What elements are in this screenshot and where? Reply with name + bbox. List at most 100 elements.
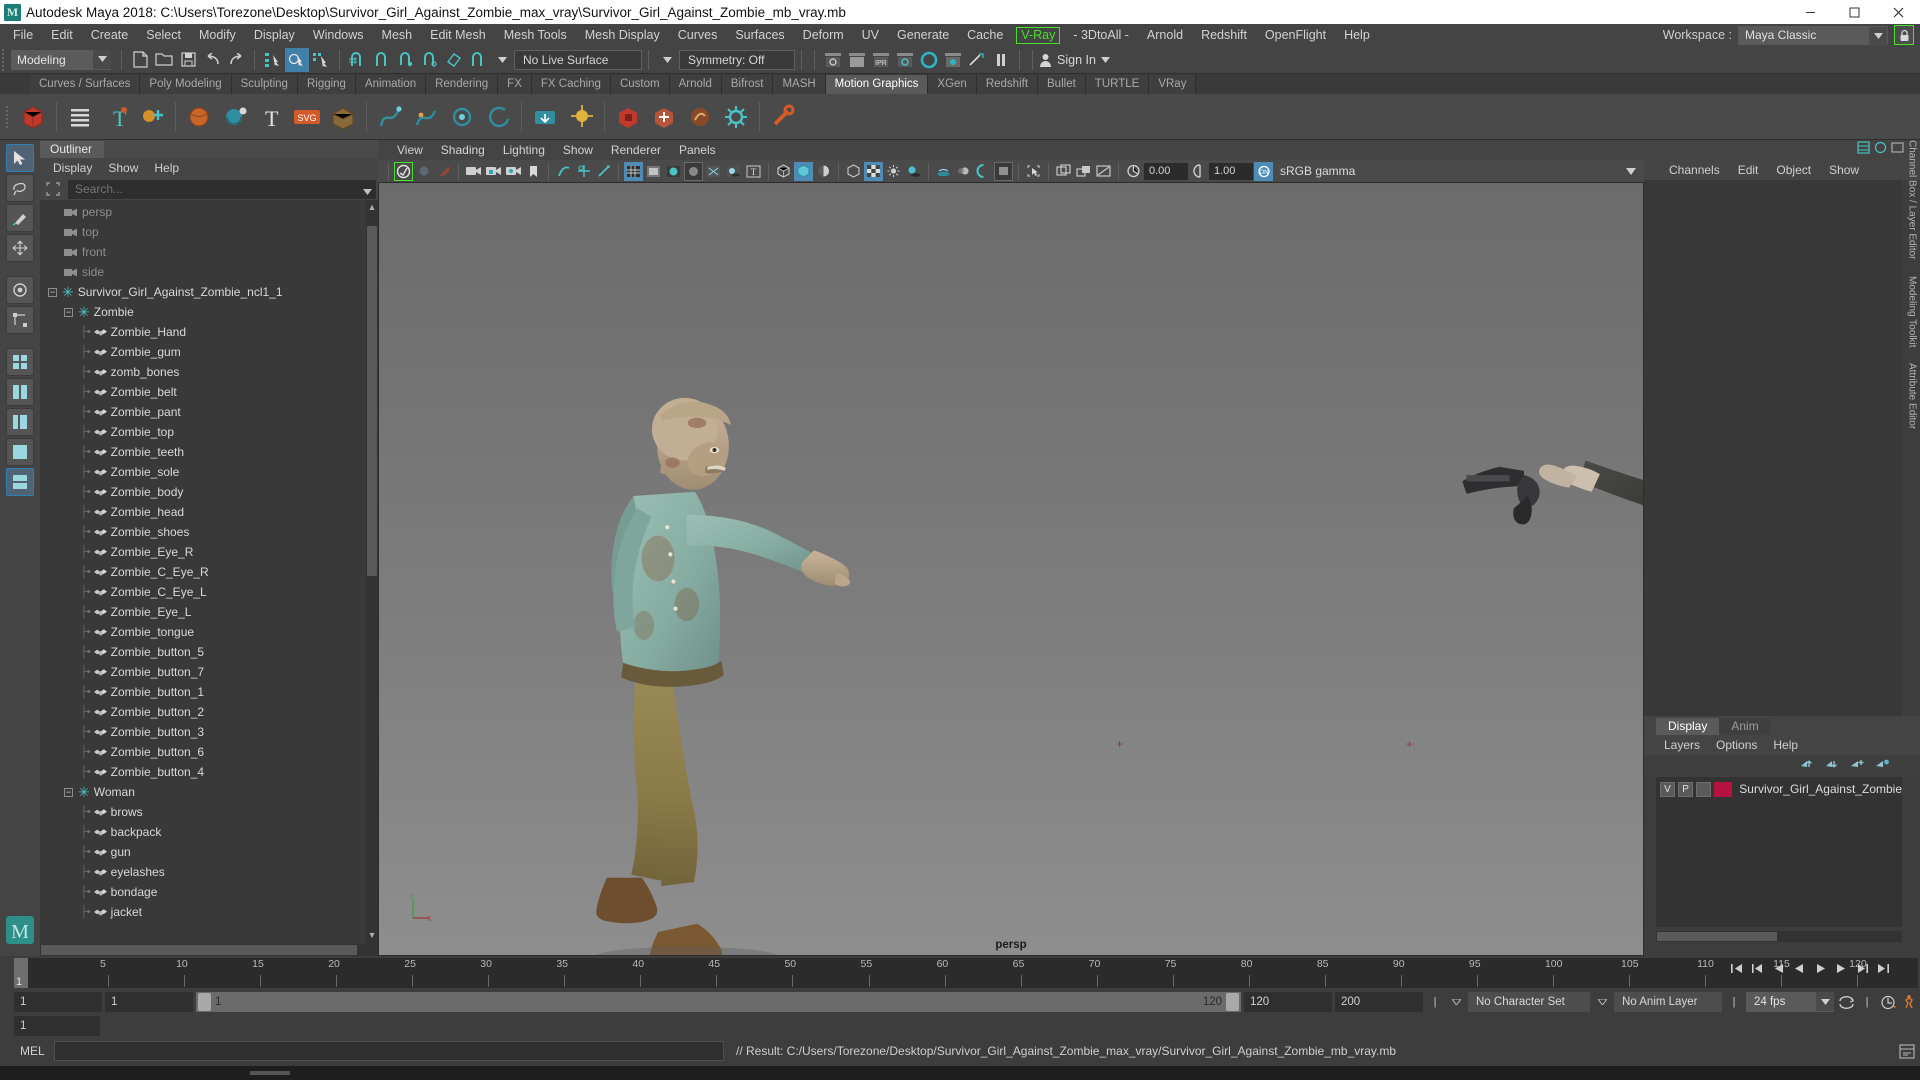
expander-icon[interactable]: −: [64, 307, 73, 317]
lasso-tool-button[interactable]: [6, 174, 34, 202]
menu-item-redshift[interactable]: Redshift: [1192, 24, 1256, 46]
time-slider[interactable]: 1 5 10 15 20 25 30 35 40 45 50 55 60 65 70 75 80 85 90 95 1…: [14, 958, 1918, 988]
character-set-dropdown-arrow[interactable]: [1447, 992, 1465, 1012]
live-surface-field[interactable]: No Live Surface: [514, 49, 642, 70]
anim-layer-dropdown-arrow[interactable]: [1593, 992, 1611, 1012]
scroll-down-arrow[interactable]: ▼: [367, 930, 377, 942]
menu-item-mesh[interactable]: Mesh: [373, 24, 422, 46]
viewport-menu-renderer[interactable]: Renderer: [602, 143, 670, 157]
outliner-item-brows[interactable]: ├• brows: [40, 802, 378, 822]
attribute-editor-icon[interactable]: [1891, 141, 1904, 159]
menu-item-surfaces[interactable]: Surfaces: [726, 24, 793, 46]
shaded-textured-icon[interactable]: [684, 161, 703, 181]
playback-end-field[interactable]: 120: [1244, 992, 1332, 1012]
shelf-tab-fx-caching[interactable]: FX Caching: [531, 75, 611, 94]
shelf-tab-curves-surfaces[interactable]: Curves / Surfaces: [30, 75, 141, 94]
menu-item-openflight[interactable]: OpenFlight: [1256, 24, 1335, 46]
outliner-item-zombie_tongue[interactable]: ├• Zombie_tongue: [40, 622, 378, 642]
default-material-icon[interactable]: [844, 162, 863, 181]
camera-attributes-icon[interactable]: [414, 162, 433, 181]
edit-menu[interactable]: Edit: [1729, 163, 1768, 177]
mash-influence-icon[interactable]: [217, 99, 253, 135]
render-sequence-icon[interactable]: [845, 48, 869, 72]
current-frame-field[interactable]: 1: [14, 1016, 100, 1036]
snap-to-projected-center-icon[interactable]: [418, 48, 442, 72]
channels-menu[interactable]: Channels: [1660, 163, 1729, 177]
outliner-item-zombie_button_2[interactable]: ├• Zombie_button_2: [40, 702, 378, 722]
outliner-item-zombie_button_4[interactable]: ├• Zombie_button_4: [40, 762, 378, 782]
chevron-down-icon[interactable]: [490, 48, 514, 72]
open-scene-icon[interactable]: [152, 48, 176, 72]
outliner-item-zombie_button_1[interactable]: ├• Zombie_button_1: [40, 682, 378, 702]
vtab-modeling-toolkit[interactable]: Modeling Toolkit: [1907, 276, 1918, 348]
range-end-handle[interactable]: [1226, 993, 1239, 1011]
menu-item-file[interactable]: File: [4, 24, 42, 46]
xray-icon[interactable]: [774, 162, 793, 181]
menu-item-deform[interactable]: Deform: [794, 24, 853, 46]
mash-dynamics-icon[interactable]: [408, 99, 444, 135]
layer-visibility-toggle[interactable]: V: [1660, 781, 1676, 797]
go-to-start-button[interactable]: [1726, 958, 1746, 978]
range-start-field[interactable]: 1: [14, 992, 102, 1012]
xray-active-components-icon[interactable]: [814, 162, 833, 181]
menu-item-cache[interactable]: Cache: [958, 24, 1012, 46]
menu-set-dropdown[interactable]: Modeling: [11, 49, 111, 70]
auto-keyframe-toggle-icon[interactable]: [1879, 992, 1897, 1012]
step-back-frame-button[interactable]: [1768, 958, 1788, 978]
outliner-item-woman[interactable]: − ✳ Woman: [40, 782, 378, 802]
outliner-item-eyelashes[interactable]: ├• eyelashes: [40, 862, 378, 882]
two-pane-icon[interactable]: [1074, 162, 1093, 181]
mash-text-tool-icon[interactable]: T: [253, 99, 289, 135]
step-back-key-button[interactable]: [1747, 958, 1767, 978]
outliner-item-survivor_girl_against_zombie_ncl1_1[interactable]: − ✳ Survivor_Girl_Against_Zombie_ncl1_1: [40, 282, 378, 302]
menu-item-curves[interactable]: Curves: [669, 24, 727, 46]
shelf-tab-bifrost[interactable]: Bifrost: [721, 75, 774, 94]
paint-select-tool-button[interactable]: [6, 204, 34, 232]
layers-menu[interactable]: Layers: [1656, 738, 1708, 752]
fps-dropdown[interactable]: 24 fps: [1746, 992, 1834, 1012]
search-input[interactable]: [75, 179, 376, 199]
outliner-item-top[interactable]: top: [40, 222, 378, 242]
mash-text-icon[interactable]: T: [98, 99, 134, 135]
show-menu[interactable]: Show: [1820, 163, 1868, 177]
viewport-menu-show[interactable]: Show: [554, 143, 602, 157]
make-live-icon[interactable]: [466, 48, 490, 72]
color-management-toggle-icon[interactable]: ON: [1254, 161, 1273, 181]
mash-add-node-icon[interactable]: [646, 99, 682, 135]
outliner-persp-layout-button[interactable]: [6, 408, 34, 436]
lock-camera-icon[interactable]: [484, 162, 503, 181]
layer-playback-toggle[interactable]: P: [1678, 781, 1694, 797]
film-gate-icon[interactable]: [594, 162, 613, 181]
exposure-icon[interactable]: [1124, 162, 1143, 181]
menu-item-edit[interactable]: Edit: [42, 24, 82, 46]
shelf-tab-redshift[interactable]: Redshift: [976, 75, 1039, 94]
outliner-item-zombie_button_7[interactable]: ├• Zombie_button_7: [40, 662, 378, 682]
step-forward-frame-button[interactable]: [1831, 958, 1851, 978]
outliner-item-side[interactable]: side: [40, 262, 378, 282]
create-layer-from-selected-icon[interactable]: [1875, 757, 1890, 775]
menu-item-3dtoall[interactable]: - 3DtoAll -: [1064, 24, 1138, 46]
scrollbar-thumb[interactable]: [41, 945, 357, 955]
vtab-attribute-editor[interactable]: Attribute Editor: [1907, 363, 1918, 429]
menu-item-mesh-tools[interactable]: Mesh Tools: [495, 24, 576, 46]
workspace-dropdown[interactable]: Maya Classic: [1738, 25, 1888, 46]
shelf-tab-arnold[interactable]: Arnold: [669, 75, 722, 94]
shelf-tab-mash[interactable]: MASH: [773, 75, 826, 94]
go-to-end-button[interactable]: [1873, 958, 1893, 978]
outliner-item-zombie_body[interactable]: ├• Zombie_body: [40, 482, 378, 502]
redo-icon[interactable]: [224, 48, 248, 72]
range-slider[interactable]: 1 120: [196, 992, 1241, 1012]
shelf-tab-sculpting[interactable]: Sculpting: [231, 75, 298, 94]
taskbar-item[interactable]: [250, 1071, 290, 1075]
wireframe-shading-icon[interactable]: [624, 161, 643, 181]
mash-distribute-icon[interactable]: [181, 99, 217, 135]
select-tool-button[interactable]: [6, 144, 34, 172]
maximize-button[interactable]: [1832, 0, 1876, 24]
select-by-object-icon[interactable]: [285, 47, 309, 72]
screen-space-ao-icon[interactable]: [934, 162, 953, 181]
outliner-item-zombie_belt[interactable]: ├• Zombie_belt: [40, 382, 378, 402]
shelf-tab-animation[interactable]: Animation: [355, 75, 427, 94]
snap-to-curve-icon[interactable]: [370, 48, 394, 72]
depth-of-field-icon[interactable]: [994, 161, 1013, 181]
menu-item-help[interactable]: Help: [1335, 24, 1379, 46]
